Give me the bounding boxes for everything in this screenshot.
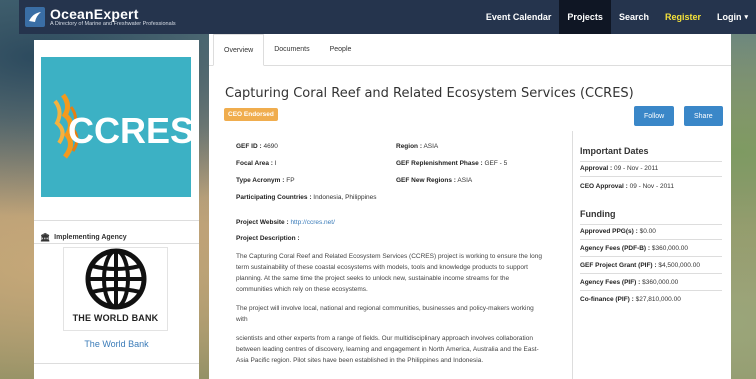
ceo-approval-date: CEO Approval : 09 - Nov - 2011 — [580, 183, 674, 190]
logo-text: OceanExpert A Directory of Marine and Fr… — [50, 7, 176, 27]
nav-register[interactable]: Register — [657, 0, 709, 34]
approval-date: Approval : 09 - Nov - 2011 — [580, 165, 658, 172]
divider — [580, 176, 722, 177]
funding-heading: Funding — [580, 209, 616, 219]
type-acronym-row: Type Acronym : FP — [236, 176, 295, 186]
divider — [580, 161, 722, 162]
divider — [580, 256, 722, 257]
replenishment-value: GEF - 5 — [484, 160, 508, 167]
funding-value: $0.00 — [639, 228, 656, 235]
divider — [580, 290, 722, 291]
description-paragraph: scientists and other experts from a rang… — [236, 335, 539, 364]
focal-area-value: I — [274, 160, 277, 167]
type-acronym-label: Type Acronym : — [236, 177, 285, 184]
funding-value: $27,810,000.00 — [635, 296, 681, 303]
logo-title: OceanExpert — [50, 6, 139, 22]
funding-label: Co-finance (PIF) : — [580, 296, 634, 303]
countries-label: Participating Countries : — [236, 194, 312, 201]
ccres-logo-graphic: CCRES — [53, 93, 191, 159]
implementing-agency-label: Implementing Agency — [54, 234, 127, 241]
nav-event-calendar[interactable]: Event Calendar — [478, 0, 560, 34]
approval-label: Approval : — [580, 165, 613, 172]
left-sidebar: CCRES 🏛 Implementing Agency THE WORLD BA… — [34, 40, 199, 379]
tab-people[interactable]: People — [320, 33, 362, 65]
divider — [34, 243, 199, 244]
website-row: Project Website : http://ccres.net/ — [236, 218, 335, 228]
share-button[interactable]: Share — [684, 106, 723, 126]
nav-projects[interactable]: Projects — [559, 0, 611, 34]
world-bank-link[interactable]: The World Bank — [34, 339, 199, 349]
follow-button[interactable]: Follow — [634, 106, 675, 126]
column-divider — [572, 131, 573, 379]
replenishment-label: GEF Replenishment Phase : — [396, 160, 483, 167]
funding-label: Agency Fees (PIF) : — [580, 279, 641, 286]
caret-down-icon: ▾ — [744, 14, 748, 21]
replenishment-row: GEF Replenishment Phase : GEF - 5 — [396, 159, 507, 169]
tab-overview[interactable]: Overview — [213, 34, 265, 66]
description-label: Project Description : — [236, 235, 300, 242]
funding-label: GEF Project Grant (PIF) : — [580, 262, 657, 269]
world-bank-logo-text: THE WORLD BANK — [72, 313, 159, 323]
description-paragraph: The Capturing Coral Reef and Related Eco… — [236, 253, 542, 293]
globe-icon — [85, 248, 146, 310]
divider — [580, 273, 722, 274]
funding-label: Agency Fees (PDF-B) : — [580, 245, 651, 252]
website-label: Project Website : — [236, 219, 289, 226]
important-dates-heading: Important Dates — [580, 146, 649, 156]
approval-value: 09 - Nov - 2011 — [613, 165, 659, 172]
description-label-row: Project Description : — [236, 234, 300, 244]
gef-id-row: GEF ID : 4690 — [236, 142, 278, 152]
world-bank-logo[interactable]: THE WORLD BANK — [63, 247, 168, 331]
status-badge: CEO Endorsed — [224, 108, 278, 121]
nav-menu: Event Calendar Projects Search Register … — [478, 0, 756, 34]
description-paragraph: The project will involve local, national… — [236, 305, 534, 323]
project-logo-text: CCRES — [68, 110, 191, 151]
funding-value: $4,500,000.00 — [658, 262, 700, 269]
focal-area-row: Focal Area : I — [236, 159, 277, 169]
bank-icon: 🏛 — [40, 233, 51, 242]
tab-bar: Overview Documents People — [209, 34, 731, 66]
divider — [580, 239, 722, 240]
implementing-agency-heading: 🏛 Implementing Agency — [40, 233, 127, 242]
main-content: Overview Documents People Capturing Cora… — [209, 34, 731, 379]
site-logo[interactable]: OceanExpert A Directory of Marine and Fr… — [25, 7, 176, 27]
gef-id-value: 4690 — [263, 143, 278, 150]
countries-row: Participating Countries : Indonesia, Phi… — [236, 193, 386, 203]
type-acronym-value: FP — [286, 177, 295, 184]
funding-item: Approved PPG(s) : $0.00 — [580, 228, 656, 235]
logo-subtitle: A Directory of Marine and Freshwater Pro… — [50, 21, 176, 27]
funding-value: $360,000.00 — [642, 279, 679, 286]
funding-item: Agency Fees (PIF) : $360,000.00 — [580, 279, 678, 286]
new-regions-row: GEF New Regions : ASIA — [396, 176, 472, 186]
nav-search[interactable]: Search — [611, 0, 657, 34]
divider — [580, 224, 722, 225]
funding-label: Approved PPG(s) : — [580, 228, 638, 235]
funding-item: Co-finance (PIF) : $27,810,000.00 — [580, 296, 681, 303]
ceo-approval-label: CEO Approval : — [580, 183, 628, 190]
region-row: Region : ASIA — [396, 142, 438, 152]
divider — [34, 363, 199, 364]
focal-area-label: Focal Area : — [236, 160, 273, 167]
funding-item: GEF Project Grant (PIF) : $4,500,000.00 — [580, 262, 700, 269]
region-value: ASIA — [423, 143, 439, 150]
divider — [34, 220, 199, 221]
top-navbar: OceanExpert A Directory of Marine and Fr… — [19, 0, 756, 34]
oceanexpert-logo-icon — [25, 7, 45, 27]
tab-documents[interactable]: Documents — [264, 33, 319, 65]
website-link[interactable]: http://ccres.net/ — [290, 219, 334, 226]
countries-value: Indonesia, Philippines — [313, 194, 377, 201]
new-regions-label: GEF New Regions : — [396, 177, 456, 184]
funding-item: Agency Fees (PDF-B) : $360,000.00 — [580, 245, 688, 252]
new-regions-value: ASIA — [457, 177, 473, 184]
funding-value: $360,000.00 — [651, 245, 689, 252]
nav-login[interactable]: Login ▾ — [709, 0, 756, 34]
nav-login-label: Login — [716, 12, 742, 22]
gef-id-label: GEF ID : — [236, 143, 262, 150]
ceo-approval-value: 09 - Nov - 2011 — [629, 183, 674, 190]
region-label: Region : — [396, 143, 422, 150]
project-title: Capturing Coral Reef and Related Ecosyst… — [225, 86, 634, 101]
project-logo: CCRES — [41, 57, 191, 197]
